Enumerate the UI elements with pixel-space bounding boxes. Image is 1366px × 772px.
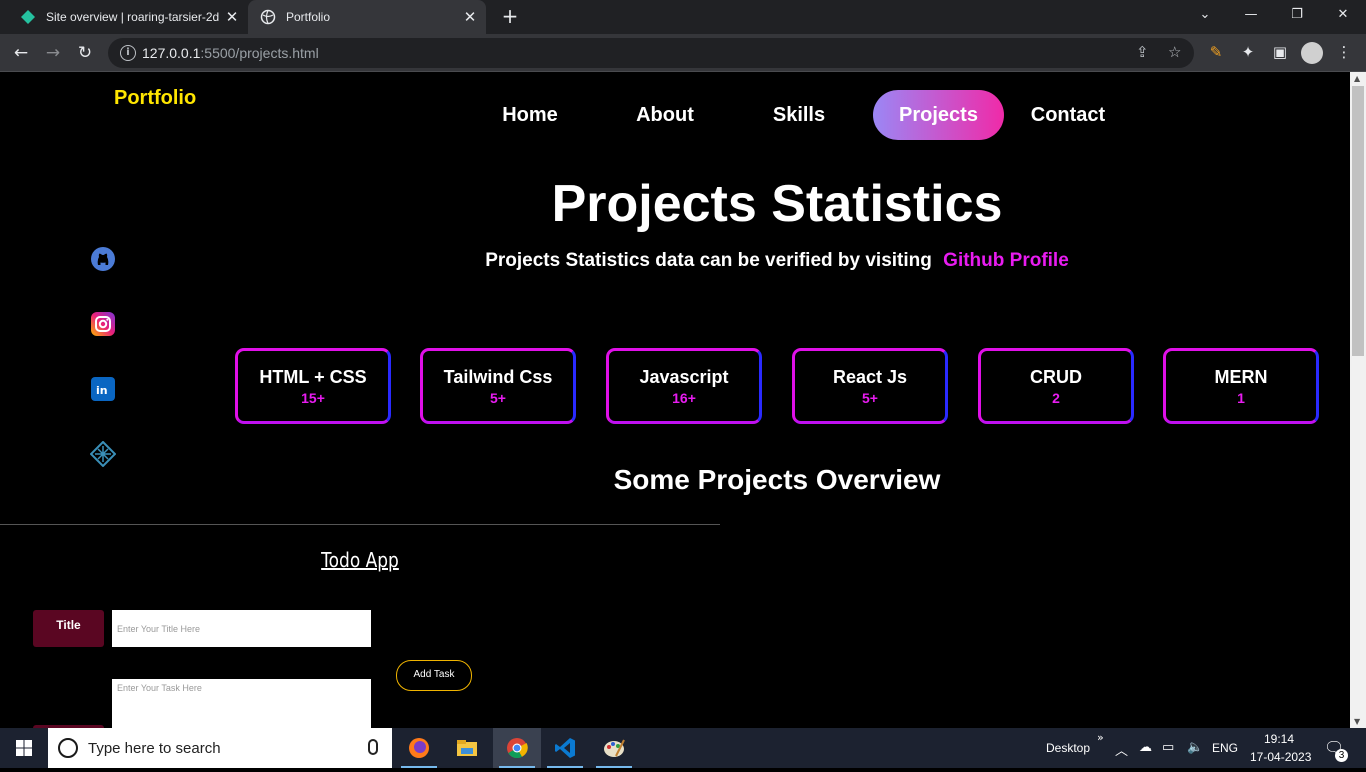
tab-strip: Site overview | roaring-tarsier-2d ✕ Por… [0, 0, 1366, 34]
vscode-icon[interactable] [541, 728, 589, 768]
stat-name: Javascript [639, 367, 729, 387]
scroll-up-arrow-icon[interactable]: ▲ [1354, 74, 1360, 83]
tab-title: Site overview | roaring-tarsier-2d [46, 10, 220, 24]
stat-card-javascript: Javascript 16+ [606, 348, 762, 424]
subheading: Projects Statistics data can be verified… [200, 250, 1350, 272]
language-indicator[interactable]: ENG [1212, 741, 1238, 755]
battery-icon[interactable]: ▭ [1162, 740, 1174, 755]
stat-name: CRUD [1030, 367, 1082, 387]
search-icon [58, 738, 78, 758]
stat-count: 5+ [490, 390, 506, 406]
browser-toolbar: ← → ↻ i 127.0.0.1:5500/projects.html ⇪ ☆… [0, 34, 1366, 72]
github-icon[interactable] [90, 246, 116, 272]
firefox-icon[interactable] [395, 728, 443, 768]
netlify-diamond-icon [20, 9, 36, 25]
microphone-icon[interactable] [368, 739, 378, 755]
stat-card-react: React Js 5+ [792, 348, 948, 424]
windows-logo-icon [16, 740, 32, 756]
side-panel-icon[interactable]: ▣ [1270, 43, 1290, 63]
tab-site-overview[interactable]: Site overview | roaring-tarsier-2d ✕ [8, 0, 248, 34]
reload-icon[interactable]: ↻ [72, 40, 98, 66]
chrome-icon[interactable] [493, 728, 541, 768]
stat-card-html-css: HTML + CSS 15+ [235, 348, 391, 424]
stat-card-tailwind: Tailwind Css 5+ [420, 348, 576, 424]
linkedin-icon[interactable]: in [90, 376, 116, 402]
github-profile-link[interactable]: Github Profile [943, 250, 1069, 271]
address-bar[interactable]: i 127.0.0.1:5500/projects.html ⇪ ☆ [108, 38, 1194, 68]
chevron-double-right-icon[interactable]: » [1097, 731, 1104, 744]
stat-name: Tailwind Css [443, 367, 553, 387]
globe-icon [260, 9, 276, 25]
scrollbar-thumb[interactable] [1352, 86, 1364, 356]
nav-projects[interactable]: Projects [873, 90, 1004, 140]
search-placeholder: Type here to search [88, 740, 221, 757]
stat-name: MERN [1214, 367, 1268, 387]
instagram-icon[interactable] [90, 311, 116, 337]
task-input[interactable] [112, 679, 371, 728]
title-label: Title [33, 610, 104, 647]
scroll-down-arrow-icon[interactable]: ▼ [1354, 717, 1360, 726]
share-icon[interactable]: ⇪ [1136, 43, 1149, 61]
divider [0, 524, 720, 525]
stat-count: 5+ [862, 390, 878, 406]
stat-count: 15+ [301, 390, 325, 406]
clock-date[interactable]: 17-04-2023 [1250, 750, 1311, 764]
profile-avatar[interactable] [1301, 42, 1323, 64]
url-text: 127.0.0.1:5500/projects.html [142, 45, 319, 61]
stat-name: React Js [832, 367, 908, 387]
svg-text:in: in [96, 384, 108, 397]
chevron-up-icon[interactable]: ︿ [1115, 740, 1128, 759]
page-title: Projects Statistics [551, 175, 1003, 233]
stat-count: 2 [1052, 390, 1060, 406]
restore-button[interactable]: ❐ [1274, 0, 1320, 34]
nav-skills[interactable]: Skills [739, 90, 859, 140]
subheading-text: Projects Statistics data can be verified… [485, 250, 932, 271]
minimize-button[interactable]: — [1228, 0, 1274, 34]
stat-card-mern: MERN 1 [1163, 348, 1319, 424]
windows-start-button[interactable] [0, 728, 48, 768]
menu-kebab-icon[interactable]: ⋮ [1334, 43, 1354, 63]
forward-icon[interactable]: → [40, 40, 66, 66]
paint-icon[interactable] [590, 728, 638, 768]
page-scrollbar[interactable]: ▲ ▼ [1350, 72, 1366, 728]
netlify-icon[interactable] [89, 440, 117, 468]
info-icon[interactable]: i [120, 45, 136, 61]
close-window-button[interactable]: ✕ [1320, 0, 1366, 34]
desktop-toolbar-label[interactable]: Desktop [1046, 741, 1090, 755]
close-icon[interactable]: ✕ [460, 8, 480, 26]
file-explorer-icon[interactable] [443, 728, 491, 768]
stat-card-crud: CRUD 2 [978, 348, 1134, 424]
bookmark-star-icon[interactable]: ☆ [1168, 43, 1181, 61]
notification-count-badge: 3 [1335, 749, 1348, 762]
stat-count: 1 [1237, 390, 1245, 406]
close-icon[interactable]: ✕ [222, 8, 242, 26]
overview-heading: Some Projects Overview [613, 464, 941, 495]
taskbar-search-box[interactable]: Type here to search [48, 728, 392, 768]
tab-portfolio[interactable]: Portfolio ✕ [248, 0, 486, 34]
todo-app-title: Todo App [321, 548, 399, 572]
cloud-offline-icon[interactable]: ☁ [1139, 740, 1152, 755]
tab-search-icon[interactable]: ⌄ [1182, 0, 1228, 34]
volume-icon[interactable]: 🔈 [1187, 740, 1203, 755]
taskbar: Type here to search Desktop » ︿ ☁ ▭ 🔈 EN… [0, 728, 1366, 768]
title-input[interactable] [112, 610, 371, 647]
stat-name: HTML + CSS [259, 367, 367, 387]
stat-count: 16+ [672, 390, 696, 406]
new-tab-button[interactable]: + [498, 4, 522, 28]
add-task-button[interactable]: Add Task [396, 660, 472, 691]
nav-home[interactable]: Home [470, 90, 590, 140]
site-logo[interactable]: Portfolio [114, 87, 196, 110]
extensions-puzzle-icon[interactable]: ✦ [1238, 43, 1258, 63]
page-viewport: Portfolio Home About Skills Projects Con… [0, 72, 1350, 728]
back-icon[interactable]: ← [8, 40, 34, 66]
nav-contact[interactable]: Contact [1008, 90, 1128, 140]
tab-title: Portfolio [286, 10, 331, 24]
pen-extension-icon[interactable]: ✎ [1206, 43, 1226, 63]
nav-about[interactable]: About [605, 90, 725, 140]
clock-time[interactable]: 19:14 [1264, 732, 1294, 746]
